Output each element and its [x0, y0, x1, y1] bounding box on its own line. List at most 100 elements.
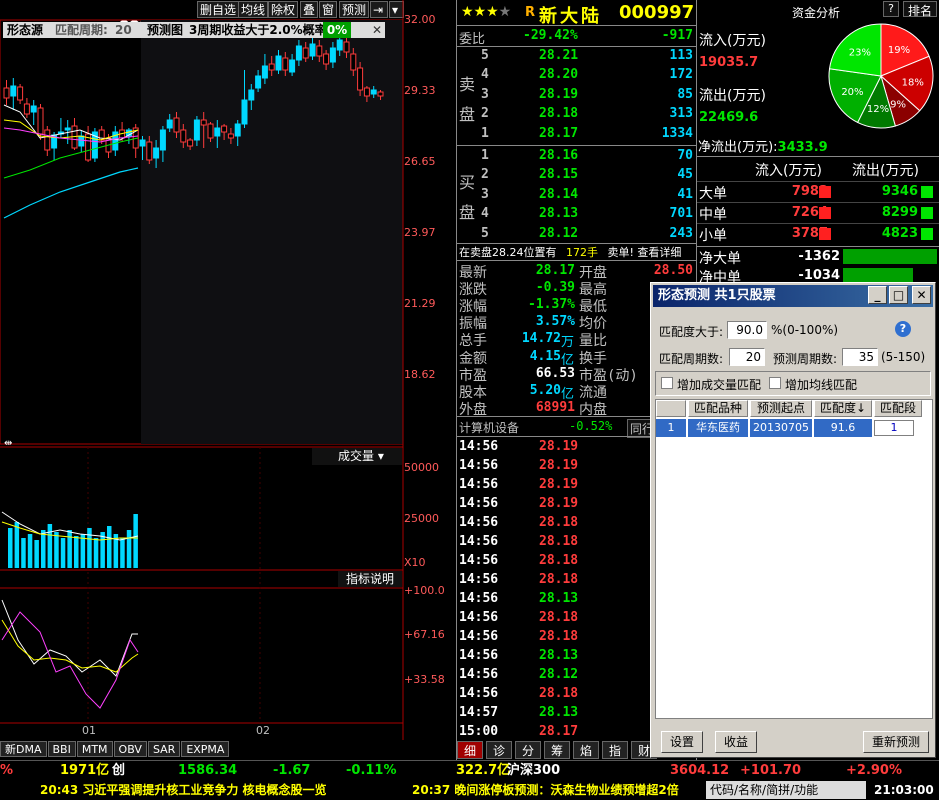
candle-body: [227, 133, 234, 139]
volume: 701: [669, 206, 693, 222]
tab-sar[interactable]: SAR: [147, 741, 181, 757]
candle-body: [268, 63, 275, 71]
inflow-value: 19035.7: [699, 55, 759, 70]
settings-button[interactable]: 设置: [661, 731, 703, 753]
list-header: 匹配品种 预测起点 匹配度↓ 匹配段: [656, 400, 932, 417]
search-input[interactable]: 代码/名称/简拼/功能: [706, 781, 866, 799]
tab-expma[interactable]: EXPMA: [181, 741, 230, 757]
price: 28.13: [539, 206, 579, 222]
close-icon[interactable]: ✕: [372, 22, 382, 38]
detail-tab[interactable]: 细: [457, 741, 483, 759]
forecast-period-unit: (5-150): [881, 350, 926, 364]
price: 28.18: [539, 106, 579, 122]
stat-value: 3.57%: [535, 314, 575, 330]
big-order-notice[interactable]: 在卖盘28.24位置有 172手 卖单! 查看详细: [459, 244, 695, 260]
detail-tab[interactable]: 诊: [486, 741, 512, 759]
candle-body: [78, 135, 85, 147]
fund-row: 中单 7264 8299: [697, 202, 939, 223]
probability-badge: 0%: [323, 22, 351, 38]
price: 28.19: [539, 86, 579, 102]
forecast-period-label: 预测周期数:: [773, 352, 838, 366]
buy-row: 4 28.13 701: [457, 205, 697, 224]
price-axis-label: 29.33: [404, 84, 436, 97]
volume: 313: [669, 106, 693, 122]
volume: 243: [669, 225, 693, 241]
candle-body: [309, 43, 316, 57]
volume-bar: [80, 534, 86, 568]
ma-match-checkbox[interactable]: [769, 377, 781, 389]
news-ticker-1[interactable]: 20:43 习近平强调提升核工业竞争力 核电概念股一览: [40, 780, 327, 800]
detail-tab[interactable]: 筹: [544, 741, 570, 759]
net-mid-row: 净中单 -1034: [697, 266, 939, 282]
buy-row: 1 28.16 70: [457, 147, 697, 166]
level-num: 4: [481, 67, 489, 83]
volume-bar: [14, 522, 20, 568]
kline-chart-area[interactable]: 删自选 均线 除权 叠 窗 预测 ⇥ ▾ ●●●● 形态源 匹配周期: 20 预…: [0, 0, 456, 760]
match-threshold-input[interactable]: 90.0: [727, 321, 767, 339]
stat-value-right: 28.50: [653, 263, 693, 278]
match-threshold-label: 匹配度大于:: [659, 325, 724, 339]
level-num: 4: [481, 206, 489, 222]
tab-dma[interactable]: 新DMA: [0, 741, 47, 757]
favorite-button[interactable]: 收益: [715, 731, 757, 753]
vol-axis-label: X10: [404, 556, 426, 569]
level-num: 3: [481, 86, 489, 102]
list-item[interactable]: 1 华东医药 20130705 91.6 1: [656, 419, 932, 437]
close-icon[interactable]: ✕: [912, 286, 931, 304]
detail-tab[interactable]: 焰: [573, 741, 599, 759]
price: 28.21: [539, 48, 579, 63]
list-cell: 91.6: [814, 419, 872, 437]
refresh-forecast-button[interactable]: 重新预测: [863, 731, 929, 753]
candle-body: [193, 119, 200, 141]
list-cell: 1: [874, 420, 914, 436]
rank-button[interactable]: 排名: [903, 1, 937, 18]
ma-match-label: 增加均线匹配: [785, 378, 858, 392]
tab-bbi[interactable]: BBI: [47, 741, 76, 757]
forecast-period-input[interactable]: 35: [842, 348, 878, 366]
candle-body: [64, 127, 71, 131]
indicator-help-button[interactable]: 指标说明: [338, 571, 402, 587]
scroll-arrow-icon[interactable]: ⇹: [4, 438, 12, 449]
tick-time: 14:56: [459, 496, 499, 511]
candle-body: [295, 45, 302, 61]
fund-row: 大单 7983 9346: [697, 181, 939, 202]
r-badge: R: [525, 5, 536, 20]
detail-tab[interactable]: 指: [602, 741, 628, 759]
stat-value: 68991: [535, 399, 575, 415]
price-axis-label: 18.62: [404, 368, 436, 381]
minimize-icon[interactable]: _: [868, 286, 887, 304]
tick-time: 14:57: [459, 705, 499, 720]
price-axis-label: 23.97: [404, 226, 436, 239]
candle-body: [241, 99, 248, 125]
price: 28.20: [539, 67, 579, 83]
maximize-icon[interactable]: □: [889, 286, 908, 304]
x-axis-label: 02: [256, 724, 270, 737]
match-period-input[interactable]: 20: [729, 348, 765, 366]
candle-body: [357, 67, 364, 91]
candle-body: [261, 65, 268, 79]
sell-row: 4 28.20 172: [457, 66, 697, 85]
tab-mtm[interactable]: MTM: [76, 741, 113, 757]
help-icon[interactable]: ?: [883, 1, 899, 17]
sell-row: 1 28.17 1334: [457, 125, 697, 144]
star-rating-icon: ★★★★: [461, 4, 512, 20]
sell-row: 3 28.19 85: [457, 86, 697, 105]
volume-match-checkbox[interactable]: [661, 377, 673, 389]
tab-obv[interactable]: OBV: [113, 741, 147, 757]
volume: 45: [677, 167, 693, 183]
ind-axis-label: +33.58: [404, 673, 445, 686]
tick-time: 14:56: [459, 515, 499, 530]
level-num: 3: [481, 186, 489, 202]
volume: 41: [677, 186, 693, 202]
news-ticker-2[interactable]: 20:37 晚间涨停板预测：沃森生物业绩预增超2倍: [412, 780, 679, 800]
detail-tab[interactable]: 分: [515, 741, 541, 759]
candle-body: [139, 139, 146, 147]
price: 28.14: [539, 186, 579, 202]
candle-body: [180, 129, 187, 143]
volume-select[interactable]: 成交量 ▾: [312, 448, 402, 465]
help-icon[interactable]: ?: [895, 321, 911, 337]
fund-pie-chart: 19% 18% 9%12% 20% 23%: [828, 23, 934, 129]
candle-body: [363, 87, 370, 97]
tick-time: 15:00: [459, 724, 499, 739]
clock: 21:03:00: [874, 783, 934, 797]
